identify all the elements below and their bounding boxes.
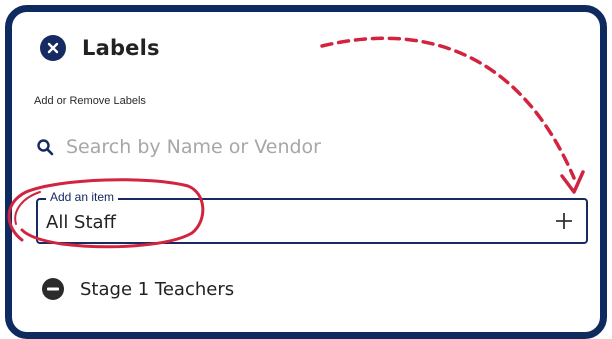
close-button[interactable] <box>40 35 66 61</box>
add-item-input[interactable]: All Staff <box>46 212 116 233</box>
search-bar[interactable]: Search by Name or Vendor <box>36 132 321 162</box>
plus-icon <box>556 213 572 229</box>
add-item-legend: Add an item <box>46 190 119 204</box>
remove-icon <box>47 287 59 291</box>
search-icon <box>37 139 54 156</box>
search-input[interactable]: Search by Name or Vendor <box>66 136 321 158</box>
panel-title: Labels <box>82 36 160 60</box>
labels-panel: Labels Add or Remove Labels Search by Na… <box>5 5 607 339</box>
label-item: Stage 1 Teachers <box>42 278 234 300</box>
add-item-field[interactable]: Add an item All Staff <box>36 190 588 244</box>
panel-header: Labels <box>40 33 160 63</box>
add-item-button[interactable] <box>550 207 578 235</box>
close-icon <box>47 42 59 54</box>
label-item-text: Stage 1 Teachers <box>80 278 235 300</box>
remove-label-button[interactable] <box>42 278 64 300</box>
panel-subtitle: Add or Remove Labels <box>34 95 146 107</box>
